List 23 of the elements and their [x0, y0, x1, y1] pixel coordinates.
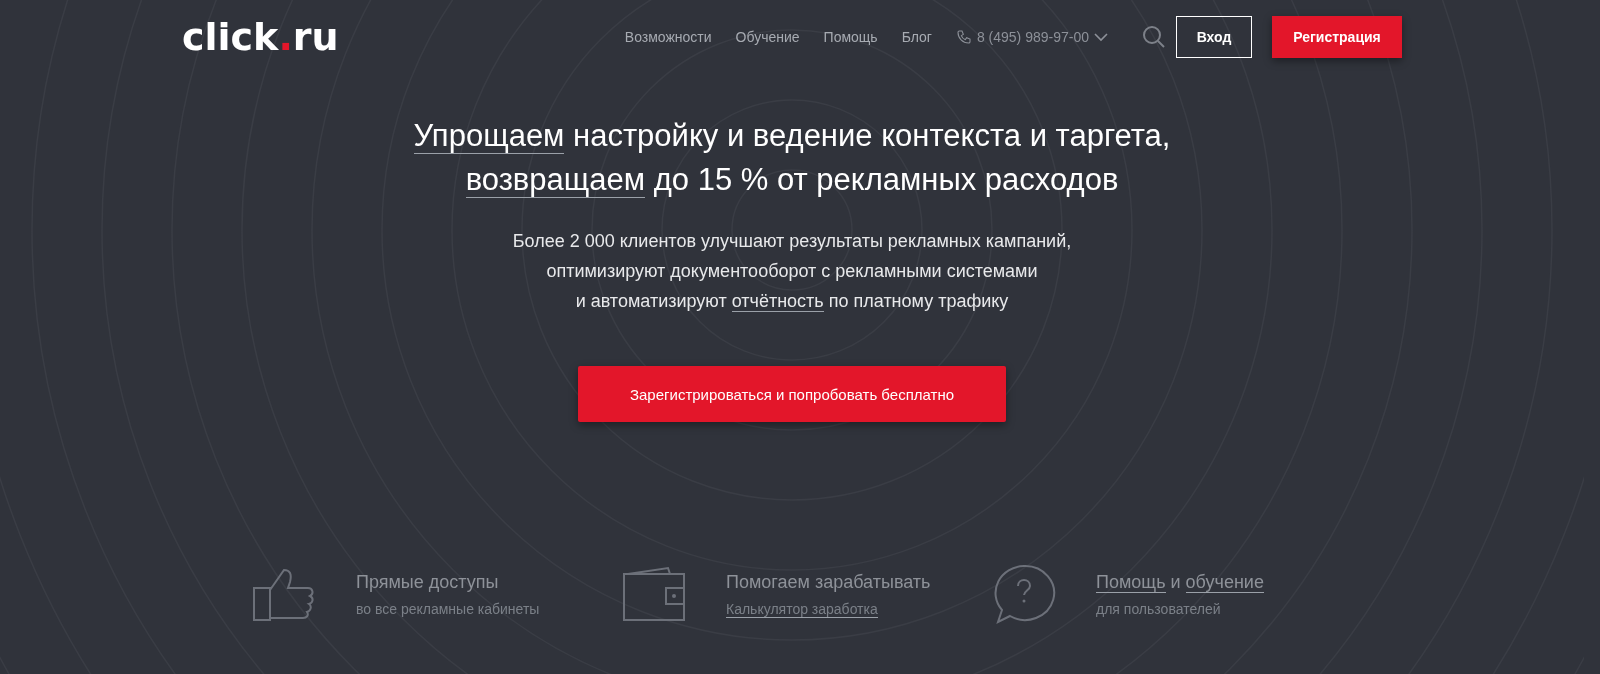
hero-title: Упрощаем настройку и ведение контекста и таргета, возвращаем до 15 % от рекламных расходов	[413, 117, 1171, 200]
logo[interactable]: click.ru	[182, 15, 339, 59]
feature-caption: для пользователей	[1096, 600, 1222, 617]
feature-title: Помогаем зарабатывать	[726, 571, 931, 593]
nav-link[interactable]: Помощь	[823, 29, 878, 45]
hero-subtitle: Более 2 000 клиентов улучшают результаты рекламных кампаний, оптимизируют документооборот с рекламными системами и автоматизируют отчётность по платному трафику	[512, 230, 1072, 314]
wallet-icon	[622, 566, 686, 622]
feature-link[interactable]: Калькулятор заработка	[726, 600, 931, 617]
feature-caption: во все рекламные кабинеты	[356, 600, 540, 617]
signup-cta-button[interactable]: Зарегистрироваться и попробовать бесплатно	[578, 366, 1006, 422]
search-icon[interactable]	[1142, 25, 1166, 49]
feature-title: Помощь и обучение	[1096, 571, 1264, 593]
phone-icon	[955, 29, 972, 45]
thumbs-up-icon	[252, 566, 316, 622]
chevron-down-icon[interactable]	[1094, 32, 1108, 42]
feature-title: Прямые доступы	[356, 571, 500, 593]
nav-link[interactable]: Блог	[901, 29, 932, 45]
nav-link[interactable]: Обучение	[735, 29, 800, 45]
nav-link[interactable]: Возможности	[624, 29, 712, 45]
question-bubble-icon	[992, 564, 1056, 624]
register-button[interactable]: Регистрация	[1272, 16, 1402, 58]
login-button[interactable]: Вход	[1176, 16, 1252, 58]
phone-number[interactable]: 8 (495) 989-97-00	[976, 29, 1089, 45]
